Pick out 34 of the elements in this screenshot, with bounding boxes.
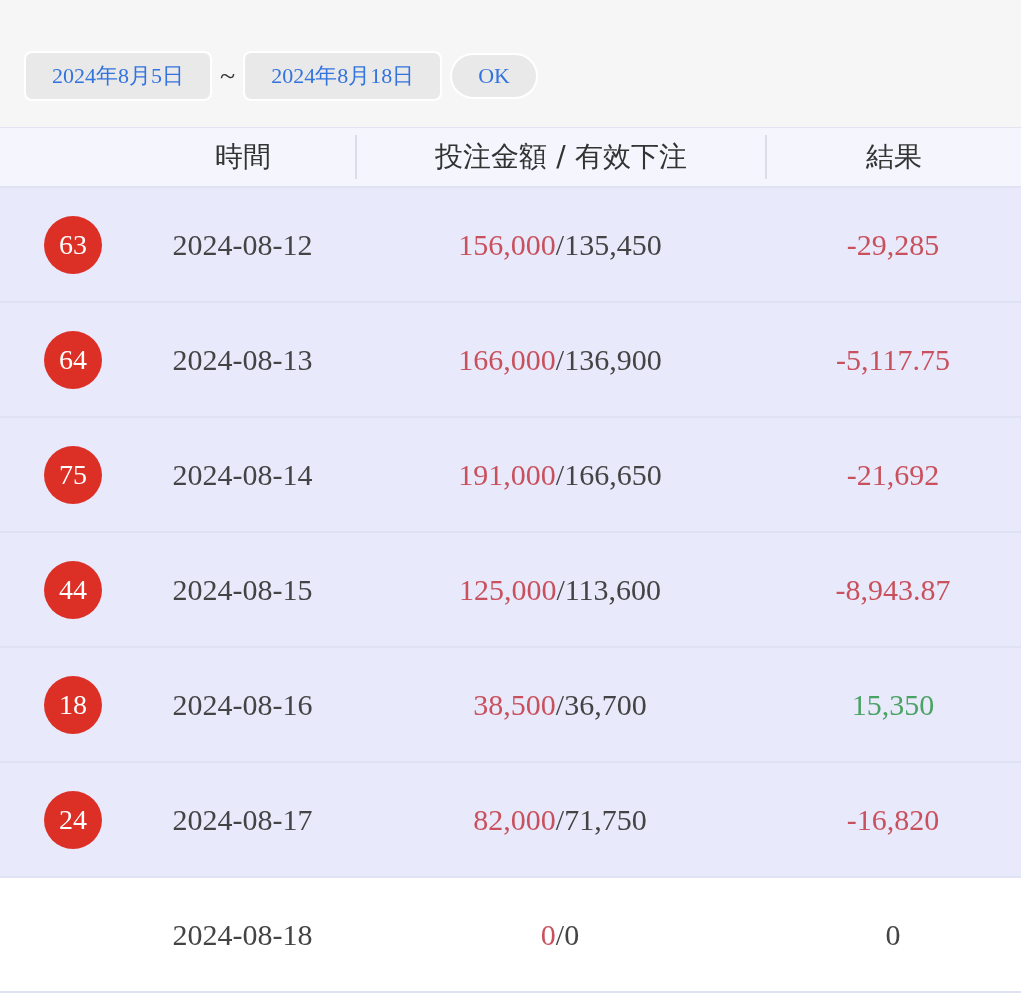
count-badge: 24 — [44, 790, 102, 849]
amount-cell-text: 156,000/135,450 — [457, 227, 663, 262]
count-badge: 63 — [44, 215, 102, 274]
amount-cell-text: 166,000/136,900 — [457, 342, 663, 377]
amount-cell-text: 0/0 — [539, 917, 581, 952]
column-header: 投注金額 / 有效下注 — [355, 135, 765, 179]
result-cell-text: 15,350 — [850, 687, 936, 722]
date-cell-text: 2024-08-18 — [171, 917, 314, 952]
count-badge: 18 — [44, 675, 102, 734]
column-header: 結果 — [765, 135, 1021, 179]
result-cell-text: -21,692 — [845, 457, 941, 492]
count-badge: 44 — [44, 560, 102, 619]
ok-button[interactable]: OK — [450, 52, 538, 99]
date-cell-text: 2024-08-12 — [171, 227, 314, 262]
amount-cell-text: 38,500/36,700 — [472, 687, 648, 722]
amount-cell-text: 82,000/71,750 — [472, 802, 648, 837]
result-cell-text: -16,820 — [845, 802, 941, 837]
amount-cell-text: 191,000/166,650 — [457, 457, 663, 492]
start-date-button[interactable]: 2024年8月5日 — [24, 50, 212, 101]
count-badge: 75 — [44, 445, 102, 504]
column-header: 時間 — [213, 139, 272, 175]
date-cell-text: 2024-08-17 — [171, 802, 314, 837]
result-cell-text: -29,285 — [845, 227, 941, 262]
date-cell-text: 2024-08-15 — [171, 572, 314, 607]
date-cell-text: 2024-08-13 — [171, 342, 314, 377]
result-cell-text: -8,943.87 — [834, 572, 952, 607]
end-date-button[interactable]: 2024年8月18日 — [243, 50, 443, 101]
count-badge: 64 — [44, 330, 102, 389]
result-cell-text: -5,117.75 — [835, 342, 951, 377]
range-separator: ~ — [220, 59, 236, 92]
date-cell-text: 2024-08-16 — [171, 687, 314, 722]
amount-cell-text: 125,000/113,600 — [457, 572, 663, 607]
result-cell-text: 0 — [884, 917, 902, 952]
date-cell-text: 2024-08-14 — [171, 457, 314, 492]
